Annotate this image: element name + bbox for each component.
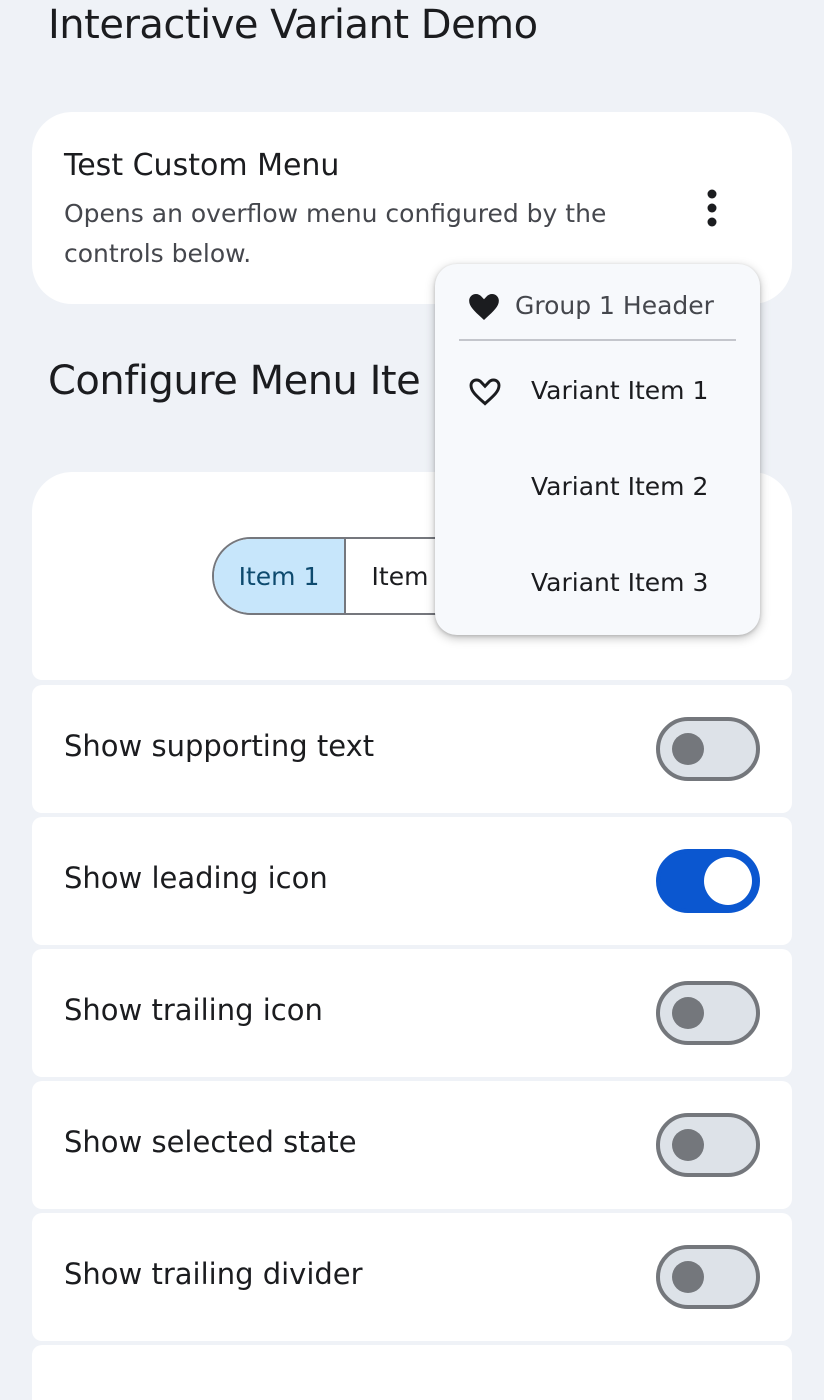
toggle-label: Show selected state	[64, 1125, 357, 1159]
menu-item-label: Variant Item 1	[531, 376, 709, 405]
menu-group-header: Group 1 Header	[435, 278, 760, 334]
more-vert-icon	[707, 189, 717, 227]
toggle-row-leading-icon: Show leading icon	[32, 817, 792, 945]
menu-item-variant-3[interactable]: Variant Item 3	[435, 536, 760, 632]
switch-thumb	[672, 733, 704, 765]
menu-divider	[459, 339, 736, 341]
menu-item-label: Variant Item 2	[531, 472, 709, 501]
trailing-icon-switch[interactable]	[656, 981, 760, 1045]
menu-item-variant-2[interactable]: Variant Item 2	[435, 440, 760, 536]
leading-icon-switch[interactable]	[656, 849, 760, 913]
page-title: Interactive Variant Demo	[48, 2, 538, 48]
switch-thumb	[672, 1261, 704, 1293]
toggle-label: Show trailing divider	[64, 1257, 363, 1291]
toggle-row-trailing-icon: Show trailing icon	[32, 949, 792, 1077]
segment-item-1[interactable]: Item 1	[214, 539, 346, 613]
menu-item-variant-1[interactable]: Variant Item 1	[435, 344, 760, 440]
supporting-text-switch[interactable]	[656, 717, 760, 781]
toggle-label: Show supporting text	[64, 729, 375, 763]
heart-filled-icon	[469, 294, 499, 320]
selected-state-switch[interactable]	[656, 1113, 760, 1177]
menu-item-label: Variant Item 3	[531, 568, 709, 597]
configure-section-title: Configure Menu Ite	[48, 358, 421, 404]
toggle-row-partial	[32, 1345, 792, 1400]
toggle-label: Show trailing icon	[64, 993, 323, 1027]
test-menu-description: Opens an overflow menu configured by the…	[64, 199, 607, 268]
toggle-row-selected-state: Show selected state	[32, 1081, 792, 1209]
screen: Interactive Variant Demo Test Custom Men…	[0, 0, 824, 1400]
overflow-menu-button[interactable]	[684, 180, 740, 236]
heart-outline-icon	[469, 378, 501, 406]
switch-thumb	[704, 857, 752, 905]
toggle-label: Show leading icon	[64, 861, 328, 895]
test-menu-title: Test Custom Menu	[64, 148, 340, 183]
toggle-row-trailing-divider: Show trailing divider	[32, 1213, 792, 1341]
trailing-divider-switch[interactable]	[656, 1245, 760, 1309]
switch-thumb	[672, 1129, 704, 1161]
switch-thumb	[672, 997, 704, 1029]
toggle-row-supporting-text: Show supporting text	[32, 685, 792, 813]
overflow-menu-popup: Group 1 Header Variant Item 1 Variant It…	[435, 264, 760, 635]
menu-group-header-label: Group 1 Header	[515, 291, 714, 320]
